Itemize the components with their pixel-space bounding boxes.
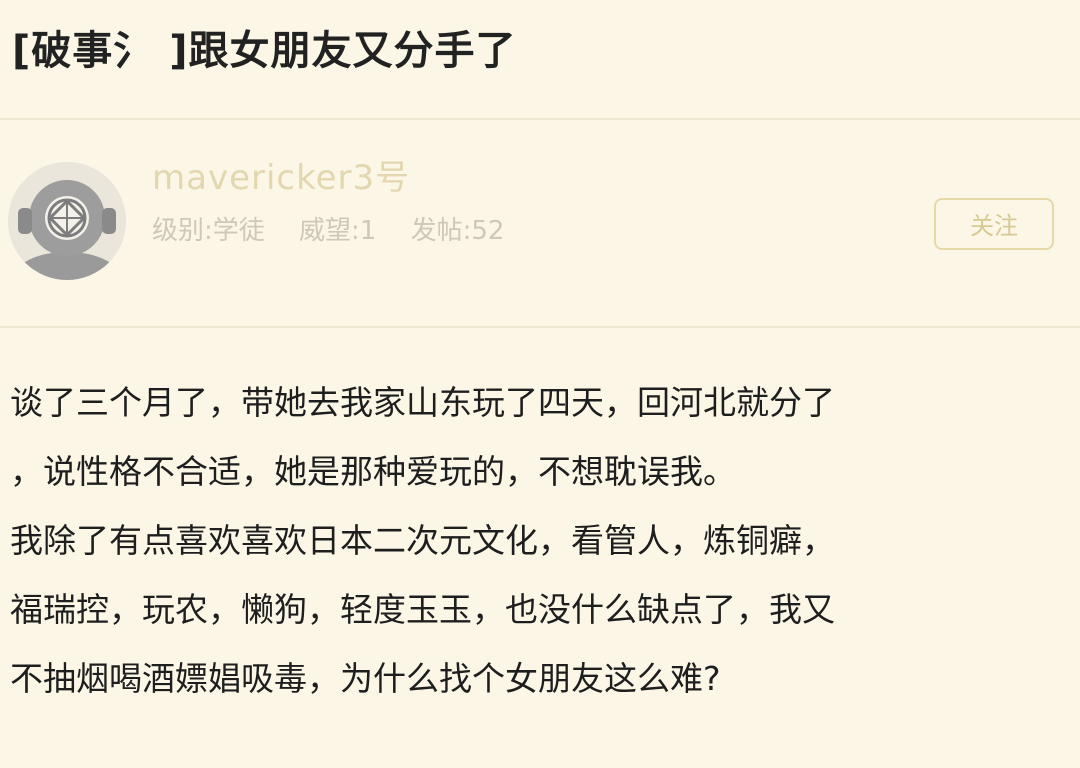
post-body-line: 谈了三个月了，带她去我家山东玩了四天，回河北就分了 xyxy=(10,383,835,422)
divider xyxy=(0,326,1080,328)
diving-helmet-icon xyxy=(8,162,126,280)
post-body-line: ，说性格不合适，她是那种爱玩的，不想耽误我。 xyxy=(10,452,736,491)
post-body: 谈了三个月了，带她去我家山东玩了四天，回河北就分了 ，说性格不合适，她是那种爱玩… xyxy=(10,368,1074,713)
level-label: 级别:学徒 xyxy=(152,216,265,246)
follow-button[interactable]: 关注 xyxy=(934,198,1054,250)
post-body-line: 福瑞控，玩农，懒狗，轻度玉玉，也没什么缺点了，我又 xyxy=(10,590,835,629)
author-block: mavericker3号 级别:学徒 威望:1 发帖:52 关注 xyxy=(0,120,1080,326)
username[interactable]: mavericker3号 xyxy=(152,150,410,199)
avatar[interactable] xyxy=(8,162,126,280)
author-meta: 级别:学徒 威望:1 发帖:52 xyxy=(152,210,530,247)
prestige-label: 威望:1 xyxy=(299,216,377,246)
post-body-line: 我除了有点喜欢喜欢日本二次元文化，看管人，炼铜癖， xyxy=(10,521,835,560)
posts-count-label: 发帖:52 xyxy=(410,216,505,246)
post-body-line: 不抽烟喝酒嫖娼吸毒，为什么找个女朋友这么难? xyxy=(10,659,721,698)
post-title: [破事氵 ]跟女朋友又分手了 xyxy=(12,28,517,74)
title-bar: [破事氵 ]跟女朋友又分手了 xyxy=(0,0,1080,118)
